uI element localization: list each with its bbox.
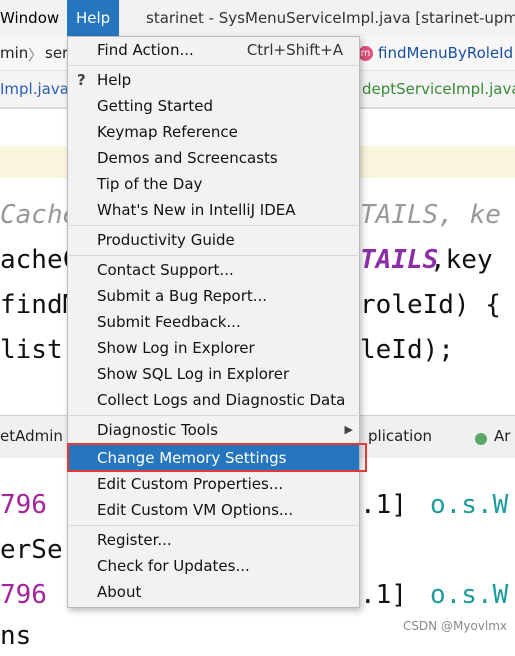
- watermark: CSDN @Myovlmx: [402, 619, 507, 633]
- menu-item-label: What's New in IntelliJ IDEA: [97, 201, 296, 219]
- console-line-4: ns: [0, 621, 32, 651]
- menu-item-label: Show Log in Explorer: [97, 339, 255, 357]
- menu-item-label: Productivity Guide: [97, 231, 235, 249]
- menu-item-label: Edit Custom VM Options...: [97, 501, 294, 519]
- menu-item-collect-logs[interactable]: Collect Logs and Diagnostic Data: [68, 387, 359, 413]
- menu-item-label: Contact Support...: [97, 261, 234, 279]
- code-line-4-left: list: [0, 335, 63, 365]
- menu-separator: [69, 65, 358, 66]
- menu-item-label: Collect Logs and Diagnostic Data: [97, 391, 346, 409]
- menu-item-whats-new[interactable]: What's New in IntelliJ IDEA: [68, 197, 359, 223]
- menu-item-label: Find Action...: [97, 41, 194, 59]
- console-line-3-mid: .1]: [360, 580, 407, 610]
- method-icon: m: [358, 46, 373, 61]
- menu-item-submit-feedback[interactable]: Submit Feedback...: [68, 309, 359, 335]
- menu-item-submit-bug[interactable]: Submit a Bug Report...: [68, 283, 359, 309]
- window-title: starinet - SysMenuServiceImpl.java [star…: [146, 9, 515, 27]
- menu-item-shortcut: Ctrl+Shift+A: [246, 41, 343, 59]
- breadcrumb-method-label: findMenuByRoleId: [378, 44, 514, 62]
- menu-item-label: Edit Custom Properties...: [97, 475, 284, 493]
- menu-item-find-action[interactable]: Find Action... Ctrl+Shift+A: [68, 37, 359, 63]
- tab-dept-service-impl[interactable]: deptServiceImpl.java: [362, 71, 515, 107]
- menu-item-label: Tip of the Day: [97, 175, 203, 193]
- breadcrumb-item-module[interactable]: min: [0, 36, 28, 70]
- submenu-arrow-icon: ▶: [344, 423, 353, 436]
- menu-window[interactable]: Window: [0, 0, 59, 36]
- menu-item-edit-custom-vm-options[interactable]: Edit Custom VM Options...: [68, 497, 359, 523]
- menu-item-keymap-reference[interactable]: Keymap Reference: [68, 119, 359, 145]
- menu-item-label: Check for Updates...: [97, 557, 250, 575]
- menu-separator: [69, 525, 358, 526]
- console-line-1-class: o.s.W: [430, 490, 509, 520]
- console-line-1-mid: .1]: [360, 490, 407, 520]
- menu-item-label: Show SQL Log in Explorer: [97, 365, 290, 383]
- menu-item-show-sql-log[interactable]: Show SQL Log in Explorer: [68, 361, 359, 387]
- menu-item-label: About: [97, 583, 142, 601]
- menu-separator: [69, 255, 358, 256]
- help-menu: Find Action... Ctrl+Shift+A ? Help Getti…: [67, 36, 360, 608]
- menu-separator: [69, 415, 358, 416]
- breadcrumb-item-package[interactable]: ser: [45, 36, 68, 70]
- breadcrumb-item-method[interactable]: m findMenuByRoleId: [358, 36, 513, 70]
- menu-item-about[interactable]: About: [68, 579, 359, 605]
- menu-item-demos[interactable]: Demos and Screencasts: [68, 145, 359, 171]
- menu-help[interactable]: Help: [67, 0, 120, 36]
- menu-item-label: Help: [97, 71, 132, 89]
- annotation-highlight-box: [67, 443, 367, 472]
- menu-item-check-updates[interactable]: Check for Updates...: [68, 553, 359, 579]
- run-tab-ar[interactable]: Ar: [494, 415, 510, 457]
- run-tab-admin[interactable]: etAdmin: [0, 415, 63, 457]
- console-line-3-class: o.s.W: [430, 580, 509, 610]
- menu-item-register[interactable]: Register...: [68, 527, 359, 553]
- menu-item-tip-of-the-day[interactable]: Tip of the Day: [68, 171, 359, 197]
- menu-item-edit-custom-properties[interactable]: Edit Custom Properties...: [68, 471, 359, 497]
- tab-impl-java[interactable]: Impl.java: [0, 71, 69, 107]
- menu-separator: [69, 225, 358, 226]
- menu-item-diagnostic-tools[interactable]: Diagnostic Tools ▶: [68, 417, 359, 443]
- menu-item-show-log[interactable]: Show Log in Explorer: [68, 335, 359, 361]
- menu-item-label: Submit Feedback...: [97, 313, 241, 331]
- code-line-4-right: leId);: [360, 335, 454, 365]
- menu-item-label: Keymap Reference: [97, 123, 238, 141]
- menu-item-contact-support[interactable]: Contact Support...: [68, 257, 359, 283]
- menu-item-label: Register...: [97, 531, 172, 549]
- menu-item-label: Diagnostic Tools: [97, 421, 218, 439]
- menu-item-getting-started[interactable]: Getting Started: [68, 93, 359, 119]
- breadcrumb-separator-icon: 〉: [28, 46, 44, 64]
- help-question-icon: ?: [77, 71, 86, 89]
- code-line-1-right: TAILS, ke: [360, 200, 501, 230]
- menu-item-productivity-guide[interactable]: Productivity Guide: [68, 227, 359, 253]
- code-line-2-right: ,key: [430, 245, 493, 275]
- menu-item-label: Getting Started: [97, 97, 213, 115]
- menu-item-help[interactable]: ? Help: [68, 67, 359, 93]
- menu-item-label: Submit a Bug Report...: [97, 287, 268, 305]
- code-line-2-keyword: TAILS: [360, 245, 439, 275]
- run-config-icon: [474, 430, 488, 445]
- run-tab-application[interactable]: plication: [368, 415, 432, 457]
- code-line-3-right: roleId) {: [360, 290, 501, 320]
- menu-item-label: Demos and Screencasts: [97, 149, 278, 167]
